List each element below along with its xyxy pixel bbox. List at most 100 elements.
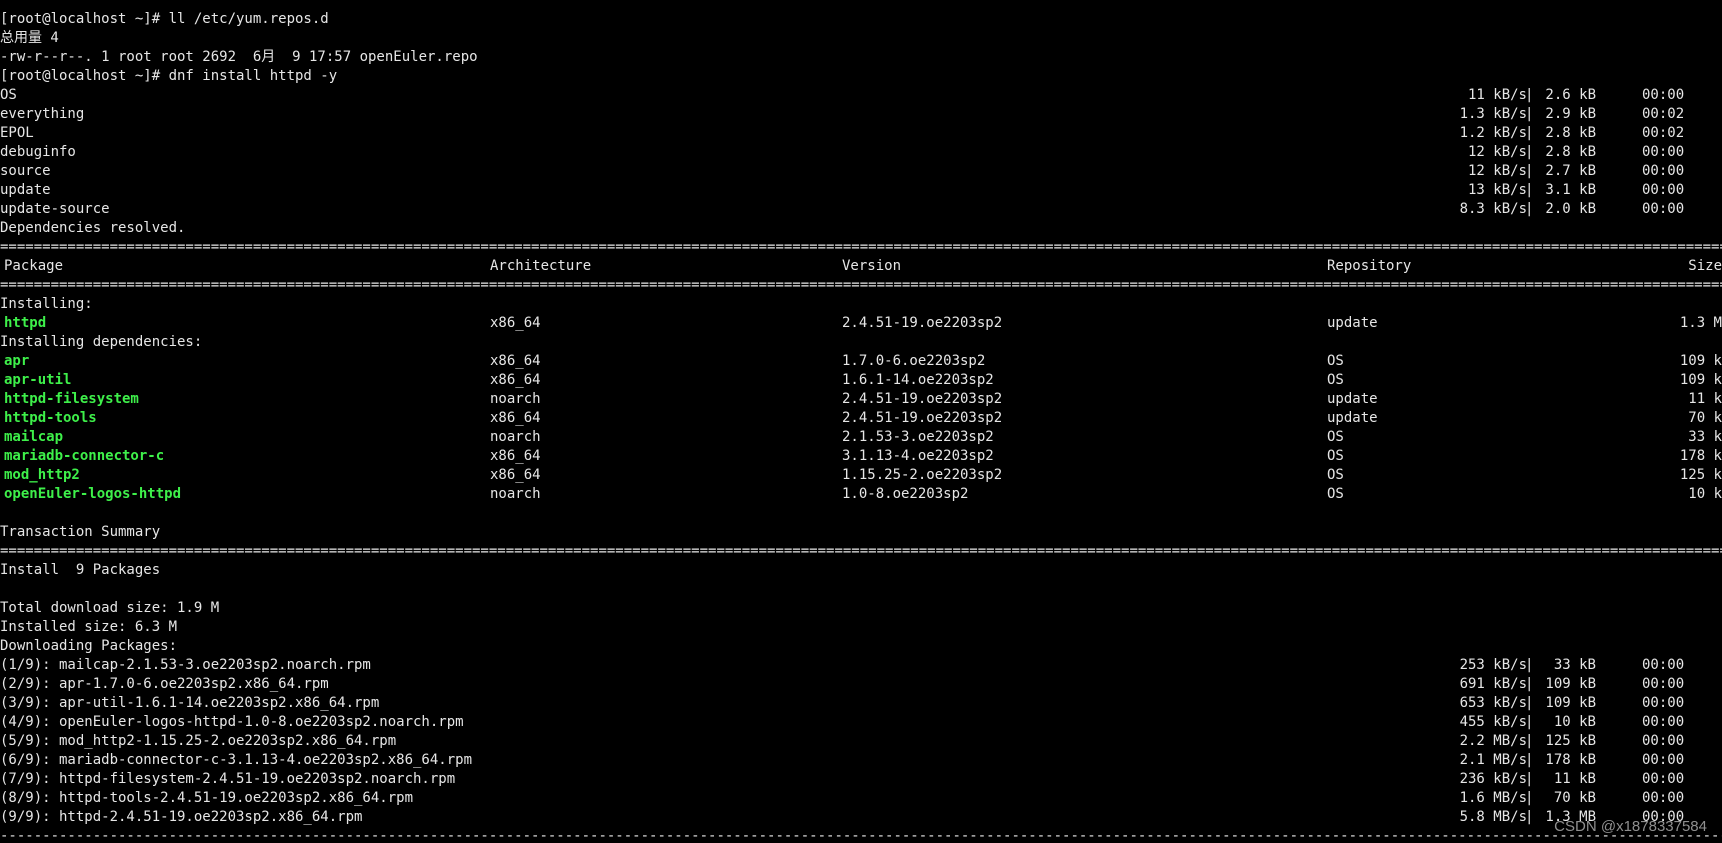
column-separator: | <box>1525 752 1534 768</box>
repo-time: 00:00 <box>1642 87 1685 103</box>
prompt-line: [root@localhost ~]# dnf install httpd -y <box>0 67 1722 86</box>
package-name: httpd-filesystem <box>4 391 139 407</box>
package-version: 1.15.25-2.oe2203sp2 <box>842 467 1003 483</box>
column-separator: | <box>1525 201 1534 217</box>
repo-rate: 1.3 kB/s <box>1459 106 1527 122</box>
column-separator: | <box>1525 87 1534 103</box>
transaction-summary-label: Transaction Summary <box>0 524 161 540</box>
repo-rate: 11 kB/s <box>1467 87 1527 103</box>
download-size: 10 kB <box>1553 714 1596 730</box>
package-version: 1.0-8.oe2203sp2 <box>842 486 969 502</box>
package-arch: noarch <box>490 391 541 407</box>
package-repo: OS <box>1327 353 1344 369</box>
deps-label: Installing dependencies: <box>0 334 203 350</box>
table-row: mod_http2 x86_64 1.15.25-2.oe2203sp2 OS … <box>0 466 1722 485</box>
package-size: 70 k <box>1688 410 1722 426</box>
repo-name: OS <box>0 87 17 103</box>
package-name: apr <box>4 353 30 369</box>
output-line: 总用量 4 <box>0 29 1722 48</box>
download-time: 00:00 <box>1642 790 1685 806</box>
repo-size: 3.1 kB <box>1545 182 1596 198</box>
package-version: 2.1.53-3.oe2203sp2 <box>842 429 994 445</box>
download-file: (3/9): apr-util-1.6.1-14.oe2203sp2.x86_6… <box>0 695 380 711</box>
package-name: apr-util <box>4 372 72 388</box>
package-arch: noarch <box>490 429 541 445</box>
repo-time: 00:00 <box>1642 201 1685 217</box>
repo-name: update <box>0 182 51 198</box>
download-time: 00:00 <box>1642 771 1685 787</box>
table-row: mariadb-connector-c x86_64 3.1.13-4.oe22… <box>0 447 1722 466</box>
package-repo: OS <box>1327 372 1344 388</box>
download-size: 109 kB <box>1545 695 1596 711</box>
repo-time: 00:00 <box>1642 163 1685 179</box>
download-file: (9/9): httpd-2.4.51-19.oe2203sp2.x86_64.… <box>0 809 363 825</box>
package-arch: x86_64 <box>490 372 541 388</box>
column-separator: | <box>1525 163 1534 179</box>
column-separator: | <box>1525 695 1534 711</box>
download-row: (6/9): mariadb-connector-c-3.1.13-4.oe22… <box>0 751 1722 770</box>
section-label: Downloading Packages: <box>0 637 1722 656</box>
download-rate: 236 kB/s <box>1459 771 1527 787</box>
command-text: [root@localhost ~]# dnf install httpd -y <box>0 68 338 84</box>
repo-rate: 12 kB/s <box>1467 144 1527 160</box>
package-arch: x86_64 <box>490 467 541 483</box>
repo-size: 2.6 kB <box>1545 87 1596 103</box>
header-package: Package <box>4 258 64 274</box>
column-separator: | <box>1525 144 1534 160</box>
header-repository: Repository <box>1327 258 1412 274</box>
dashed-rule: ----------------------------------------… <box>0 827 1722 843</box>
summary-line: Install 9 Packages <box>0 561 1722 580</box>
package-size: 109 k <box>1679 353 1722 369</box>
column-separator: | <box>1525 125 1534 141</box>
section-label: Transaction Summary <box>0 523 1722 542</box>
package-size: 178 k <box>1679 448 1722 464</box>
repo-sync-row: OS 11 kB/s | 2.6 kB 00:00 <box>0 86 1722 105</box>
package-size: 33 k <box>1688 429 1722 445</box>
package-version: 2.4.51-19.oe2203sp2 <box>842 391 1003 407</box>
command-text: [root@localhost ~]# ll /etc/yum.repos.d <box>0 11 329 27</box>
terminal-output[interactable]: [root@localhost ~]# ll /etc/yum.repos.d … <box>0 10 1722 843</box>
download-row: (2/9): apr-1.7.0-6.oe2203sp2.x86_64.rpm … <box>0 675 1722 694</box>
package-size: 11 k <box>1688 391 1722 407</box>
download-row: (8/9): httpd-tools-2.4.51-19.oe2203sp2.x… <box>0 789 1722 808</box>
download-row: (7/9): httpd-filesystem-2.4.51-19.oe2203… <box>0 770 1722 789</box>
column-separator: | <box>1525 771 1534 787</box>
package-arch: x86_64 <box>490 315 541 331</box>
repo-time: 00:00 <box>1642 144 1685 160</box>
package-repo: OS <box>1327 486 1344 502</box>
summary-line: Total download size: 1.9 M <box>0 599 1722 618</box>
package-version: 2.4.51-19.oe2203sp2 <box>842 315 1003 331</box>
installed-size-text: Installed size: 6.3 M <box>0 619 178 635</box>
header-architecture: Architecture <box>490 258 592 274</box>
repo-sync-row: update-source 8.3 kB/s | 2.0 kB 00:00 <box>0 200 1722 219</box>
download-time: 00:00 <box>1642 676 1685 692</box>
column-separator: | <box>1525 106 1534 122</box>
download-size: 11 kB <box>1553 771 1596 787</box>
package-version: 1.7.0-6.oe2203sp2 <box>842 353 986 369</box>
download-time: 00:00 <box>1642 733 1685 749</box>
output-line: -rw-r--r--. 1 root root 2692 6月 9 17:57 … <box>0 48 1722 67</box>
package-size: 1.3 M <box>1679 315 1722 331</box>
repo-sync-row: EPOL 1.2 kB/s | 2.8 kB 00:02 <box>0 124 1722 143</box>
download-size: 178 kB <box>1545 752 1596 768</box>
repo-name: source <box>0 163 51 179</box>
double-rule: ========================================… <box>0 542 1722 561</box>
repo-time: 00:00 <box>1642 182 1685 198</box>
download-size: 33 kB <box>1553 657 1596 673</box>
package-arch: x86_64 <box>490 448 541 464</box>
download-rate: 2.1 MB/s <box>1459 752 1527 768</box>
rule-text: ========================================… <box>0 239 1722 255</box>
download-size: 125 kB <box>1545 733 1596 749</box>
package-name: mod_http2 <box>4 467 80 483</box>
repo-name: everything <box>0 106 85 122</box>
repo-size: 2.8 kB <box>1545 125 1596 141</box>
download-rate: 5.8 MB/s <box>1459 809 1527 825</box>
repo-name: debuginfo <box>0 144 76 160</box>
table-row: mailcap noarch 2.1.53-3.oe2203sp2 OS 33 … <box>0 428 1722 447</box>
download-rate: 691 kB/s <box>1459 676 1527 692</box>
package-repo: update <box>1327 391 1378 407</box>
package-arch: x86_64 <box>490 353 541 369</box>
install-count-text: Install 9 Packages <box>0 562 161 578</box>
